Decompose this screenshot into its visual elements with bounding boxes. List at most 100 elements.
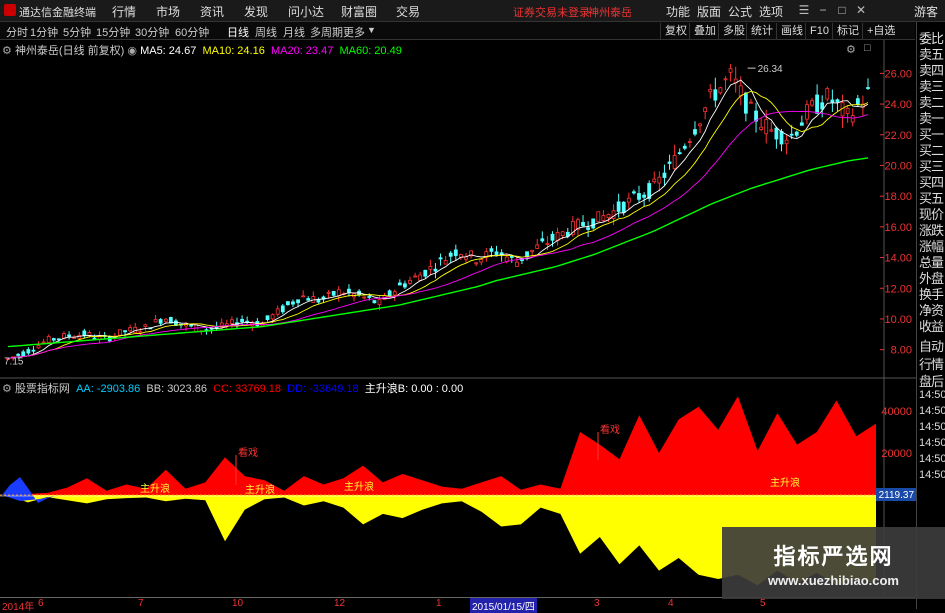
add-favorite-button[interactable]: +自选	[862, 23, 899, 39]
date-tick-label: 5	[760, 598, 766, 609]
side-panel-item[interactable]: 自动	[919, 336, 945, 355]
candle-body	[535, 244, 540, 249]
candle-body	[550, 233, 555, 241]
period-15min[interactable]: 15分钟	[96, 24, 130, 40]
candle-body	[764, 119, 769, 135]
close-icon[interactable]: ✕	[853, 2, 869, 18]
price-tick-label: 18.00	[884, 191, 912, 203]
candle-body	[667, 161, 672, 164]
zsl-value: 主升浪B: 0.00 : 0.00	[364, 383, 464, 395]
menu-shichang[interactable]: 市场	[156, 3, 180, 20]
candle-body	[230, 319, 234, 324]
aa-area	[2, 477, 60, 503]
period-1min[interactable]: 1分钟	[30, 24, 58, 40]
period-multi[interactable]: 多周期	[310, 24, 343, 40]
menu-wenxiaoda[interactable]: 问小达	[288, 3, 324, 20]
candle-body	[596, 211, 601, 223]
period-weekly[interactable]: 周线	[255, 24, 277, 40]
date-tick-label: 7	[138, 598, 144, 609]
ma10-line	[7, 90, 869, 359]
maximize-icon[interactable]: □	[834, 2, 850, 18]
period-30min[interactable]: 30分钟	[135, 24, 169, 40]
candle-body	[336, 289, 341, 297]
cursor-date-label: 2015/01/15/四	[470, 598, 537, 613]
menu-caifuquan[interactable]: 财富圈	[341, 3, 377, 20]
chart-settings-gear-icon[interactable]: ⚙	[846, 43, 856, 56]
cc-value: CC: 33769.18	[213, 383, 281, 395]
candle-body	[799, 122, 804, 126]
zsl-label-2: 主升浪	[245, 483, 275, 496]
quote-side-panel: 委比 卖五 卖四 卖三 卖二 卖一 买一 买二 买三 买四 买五 现价 涨跌 涨幅 总量 外盘 换手 净资 收益 自动…	[916, 22, 945, 609]
indicator-title: 股票指标网	[14, 383, 70, 395]
side-panel-item[interactable]: 盘后	[919, 371, 945, 390]
date-tick-label: 6	[38, 598, 44, 609]
draw-line-button[interactable]: 画线	[776, 23, 807, 39]
period-fenshi[interactable]: 分时	[6, 24, 28, 40]
fuquan-button[interactable]: 复权	[660, 23, 691, 39]
menu-gongneng[interactable]: 功能	[666, 3, 690, 20]
ma5-value: MA5: 24.67	[140, 45, 197, 57]
candle-body	[347, 288, 351, 293]
period-monthly[interactable]: 月线	[283, 24, 305, 40]
candle-body	[123, 330, 127, 333]
candle-body	[743, 92, 748, 114]
candle-body	[784, 139, 789, 145]
price-tick-label: 10.00	[884, 314, 912, 326]
candle-body	[637, 193, 641, 200]
candle-body	[698, 123, 702, 127]
high-price-label: 26.34	[758, 64, 783, 75]
chart-maximize-icon[interactable]: □	[864, 42, 871, 54]
candle-body	[759, 126, 764, 130]
kline-chart[interactable]: 8.00 10.00 12.00 14.00 16.00 18.00 20.00 22.00 2…	[0, 40, 916, 597]
candle-body	[408, 279, 412, 284]
period-daily[interactable]: 日线	[227, 24, 249, 40]
menu-faxian[interactable]: 发现	[244, 3, 268, 20]
candle-body	[789, 133, 794, 136]
indicator-settings-icon[interactable]: ⚙	[2, 383, 12, 395]
date-tick-label: 2014年	[2, 602, 35, 613]
period-5min[interactable]: 5分钟	[63, 24, 91, 40]
guest-user[interactable]: 游客	[914, 3, 938, 20]
low-price-label: 7.15	[4, 357, 24, 368]
statistics-button[interactable]: 统计	[746, 23, 777, 39]
candle-body	[794, 131, 799, 136]
login-status[interactable]: 证券交易未登录	[513, 4, 590, 20]
overlay-button[interactable]: 叠加	[689, 23, 720, 39]
menu-gongshi[interactable]: 公式	[728, 3, 752, 20]
period-60min[interactable]: 60分钟	[175, 24, 209, 40]
price-tick-label: 8.00	[891, 345, 912, 357]
candle-body	[392, 291, 397, 296]
candle-body	[693, 129, 697, 135]
mark-button[interactable]: 标记	[832, 23, 863, 39]
candle-body	[372, 300, 377, 304]
candle-body	[830, 99, 835, 103]
indicator-tick-label: 40000	[881, 406, 912, 418]
candle-body	[306, 298, 311, 301]
candle-body	[805, 104, 809, 120]
candle-body	[687, 141, 692, 143]
multi-stock-button[interactable]: 多股	[718, 23, 749, 39]
candle-body	[703, 107, 708, 112]
menu-jiaoyi[interactable]: 交易	[396, 3, 420, 20]
candle-body	[301, 295, 306, 298]
candle-body	[153, 319, 158, 323]
price-tick-label: 26.00	[884, 68, 912, 80]
side-panel-item: 14:50	[919, 421, 945, 433]
menu-zixun[interactable]: 资讯	[200, 3, 224, 20]
candle-body	[82, 330, 87, 337]
menu-hangqing[interactable]: 行情	[112, 3, 136, 20]
legend-toggle-icon[interactable]: ◉	[127, 45, 137, 57]
skin-icon[interactable]: ☰	[796, 2, 812, 18]
candle-body	[265, 315, 270, 320]
menu-banmian[interactable]: 版面	[697, 3, 721, 20]
minimize-icon[interactable]: −	[815, 2, 831, 18]
ma10-value: MA10: 24.16	[202, 45, 265, 57]
period-more[interactable]: 更多	[343, 24, 365, 40]
candle-body	[606, 214, 611, 219]
chart-settings-icon[interactable]: ⚙	[2, 45, 12, 57]
f10-button[interactable]: F10	[805, 23, 833, 39]
menu-xuanxiang[interactable]: 选项	[759, 3, 783, 20]
candle-body	[240, 318, 244, 322]
more-chevron-icon[interactable]: ▼	[367, 25, 376, 35]
candle-body	[560, 231, 565, 236]
